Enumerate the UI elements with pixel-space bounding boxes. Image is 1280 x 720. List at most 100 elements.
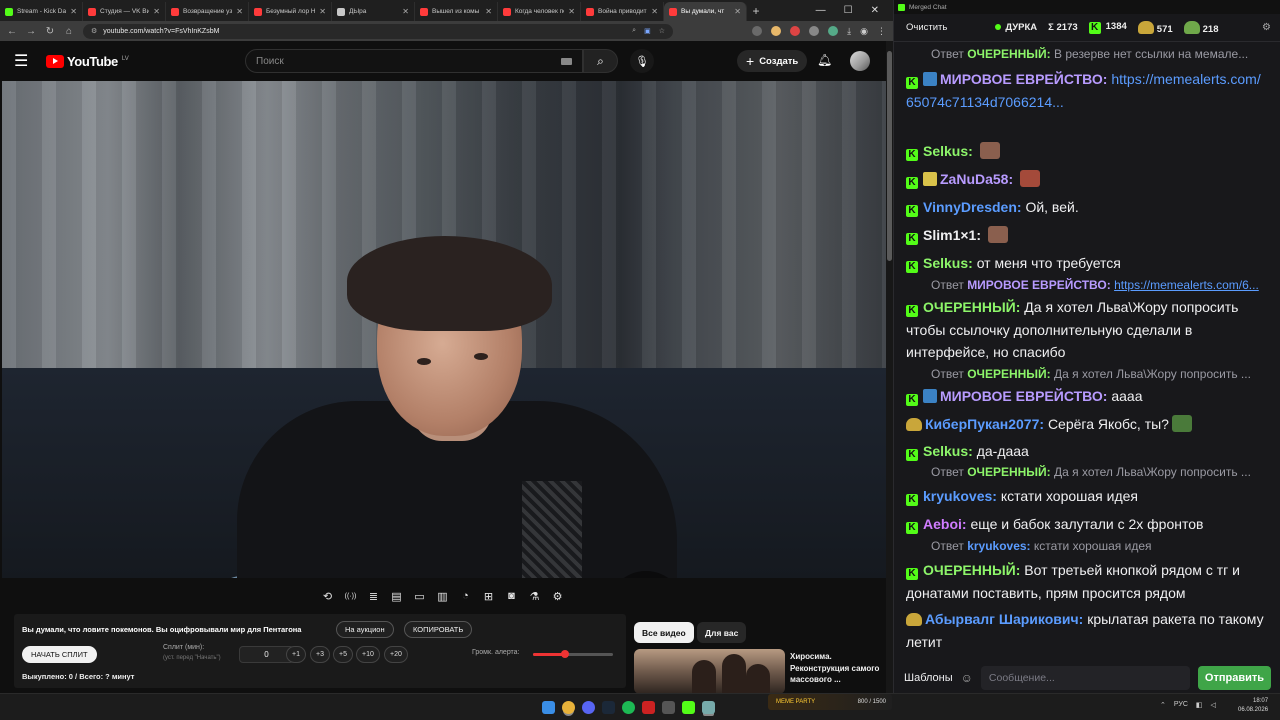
chat-message[interactable]: K МИРОВОЕ ЕВРЕЙСТВО: аааа bbox=[906, 385, 1268, 408]
browser-tab[interactable]: Студия — VK Видео ✕ bbox=[83, 2, 166, 21]
kick-app-icon[interactable] bbox=[682, 701, 695, 714]
recommendation-thumbnail[interactable] bbox=[634, 649, 785, 694]
chat-message[interactable]: K ОЧЕРЕННЫЙ: Вот третьей кнопкой рядом с … bbox=[906, 559, 1268, 604]
chrome-icon[interactable] bbox=[562, 701, 575, 714]
profile-icon[interactable]: ◉ bbox=[860, 26, 868, 37]
increment-button[interactable]: +1 bbox=[286, 646, 306, 663]
chat-nick[interactable]: ОЧЕРЕННЫЙ: bbox=[923, 562, 1020, 578]
clapper-icon[interactable]: ▤ bbox=[389, 589, 404, 604]
url-bar[interactable]: ⚙ youtube.com/watch?v=FsVhInKZsbM ⌕ ▣ ☆ bbox=[83, 23, 673, 39]
extension-icon[interactable] bbox=[752, 25, 763, 36]
chat-nick[interactable]: VinnyDresden: bbox=[923, 199, 1022, 215]
app-icon[interactable] bbox=[642, 701, 655, 714]
hamburger-menu-icon[interactable]: ☰ bbox=[14, 51, 36, 71]
playlist-icon[interactable]: ≣ bbox=[366, 589, 381, 604]
templates-button[interactable]: Шаблоны bbox=[904, 672, 953, 684]
keyboard-icon[interactable] bbox=[561, 57, 572, 65]
chat-message[interactable]: K Selkus: от меня что требуется bbox=[906, 252, 1268, 275]
increment-button[interactable]: +3 bbox=[310, 646, 330, 663]
emoji-icon[interactable]: ☺ bbox=[961, 671, 973, 685]
chat-nick[interactable]: МИРОВОЕ ЕВРЕЙСТВО: bbox=[940, 388, 1107, 404]
chat-message[interactable]: Kkryukoves: кстати хорошая идея bbox=[906, 485, 1268, 508]
browser-tab[interactable]: Война приводит ✕ bbox=[581, 2, 664, 21]
settings-icon[interactable]: ⚙ bbox=[550, 589, 565, 604]
chip-all-videos[interactable]: Все видео bbox=[634, 622, 694, 643]
screenshot-icon[interactable]: ◙ bbox=[504, 589, 519, 604]
increment-button[interactable]: +20 bbox=[384, 646, 408, 663]
flask-icon[interactable]: ⚗ bbox=[527, 589, 542, 604]
pip-icon[interactable]: ▭ bbox=[412, 589, 427, 604]
copy-button[interactable]: КОПИРОВАТЬ bbox=[404, 621, 473, 638]
page-scrollbar[interactable] bbox=[886, 41, 893, 693]
language-indicator[interactable]: РУС bbox=[1174, 701, 1188, 709]
alert-volume-slider[interactable] bbox=[533, 650, 613, 658]
speed-icon[interactable]: ◔ bbox=[458, 589, 473, 604]
tray-arrow-icon[interactable]: ⌃ bbox=[1160, 701, 1166, 709]
minimize-button[interactable]: — bbox=[816, 5, 826, 16]
discord-icon[interactable] bbox=[582, 701, 595, 714]
maximize-button[interactable]: ☐ bbox=[844, 5, 853, 16]
clock[interactable]: 18:07 06.08.2026 bbox=[1238, 697, 1268, 715]
browser-tab[interactable]: Когда человек по ✕ bbox=[498, 2, 581, 21]
chat-nick[interactable]: КиберПукан2077: bbox=[925, 416, 1044, 432]
reply-quote[interactable]: Ответ ОЧЕРЕННЫЙ: Да я хотел Льва\Жору по… bbox=[931, 367, 1261, 381]
home-icon[interactable]: ⌂ bbox=[64, 26, 74, 37]
video-player[interactable] bbox=[2, 81, 886, 578]
extension-icon[interactable] bbox=[809, 25, 820, 36]
search-button[interactable]: ⌕ bbox=[583, 49, 618, 73]
create-button[interactable]: + Создать bbox=[737, 50, 808, 72]
send-button[interactable]: Отправить bbox=[1197, 666, 1271, 690]
reply-quote[interactable]: Ответ ОЧЕРЕННЫЙ: В резерве нет ссылки на… bbox=[931, 47, 1261, 61]
recommendation-title[interactable]: Хиросима. Реконструкция самого массового… bbox=[790, 651, 882, 686]
chat-message-input[interactable]: Сообщение... bbox=[980, 666, 1190, 690]
increment-button[interactable]: +10 bbox=[356, 646, 380, 663]
new-tab-button[interactable]: + bbox=[747, 4, 765, 18]
app-icon[interactable] bbox=[702, 701, 715, 714]
tab-close-icon[interactable]: ✕ bbox=[485, 7, 492, 16]
tab-close-icon[interactable]: ✕ bbox=[236, 7, 243, 16]
chat-message[interactable]: Абырвалг Шарикович: крылатая ракета по т… bbox=[906, 608, 1268, 653]
chat-message[interactable]: K VinnyDresden: Ой, вей. bbox=[906, 196, 1268, 219]
chat-message[interactable]: K Slim1×1: bbox=[906, 224, 1268, 247]
chat-nick[interactable]: МИРОВОЕ ЕВРЕЙСТВО: bbox=[940, 71, 1107, 87]
chat-message[interactable]: K Selkus: да-дааа bbox=[906, 440, 1268, 463]
chat-message[interactable]: K ZaNuDa58: bbox=[906, 168, 1268, 191]
browser-tab[interactable]: Вы думали, чт ✕ bbox=[664, 2, 747, 21]
tab-close-icon[interactable]: ✕ bbox=[402, 7, 409, 16]
chat-nick[interactable]: Selkus: bbox=[923, 255, 973, 271]
browser-tab[interactable]: ДЫра ✕ bbox=[332, 2, 415, 21]
browser-tab[interactable]: Stream - Kick Dash✕ bbox=[0, 2, 83, 21]
volume-icon[interactable]: ◁ bbox=[1211, 701, 1216, 709]
chat-message-list[interactable]: Ответ ОЧЕРЕННЫЙ: В резерве нет ссылки на… bbox=[894, 42, 1280, 660]
reply-quote[interactable]: Ответ ОЧЕРЕННЫЙ: Да я хотел Льва\Жору по… bbox=[931, 465, 1261, 479]
translate-icon[interactable]: ▣ bbox=[644, 27, 651, 35]
add-icon[interactable]: ⊞ bbox=[481, 589, 496, 604]
voice-search-button[interactable]: 🎙︎ bbox=[630, 49, 654, 73]
bookmark-star-icon[interactable]: ☆ bbox=[659, 27, 665, 35]
spotify-icon[interactable] bbox=[622, 701, 635, 714]
windows-start-icon[interactable] bbox=[542, 701, 555, 714]
chat-nick[interactable]: kryukoves: bbox=[923, 488, 997, 504]
chat-nick[interactable]: Абырвалг Шарикович: bbox=[925, 611, 1083, 627]
download-icon[interactable]: ⤓ bbox=[847, 26, 851, 37]
chat-nick[interactable]: Selkus: bbox=[923, 143, 973, 159]
reload-icon[interactable]: ↻ bbox=[45, 26, 55, 37]
browser-tab[interactable]: Возвращение уз ✕ bbox=[166, 2, 249, 21]
tab-close-icon[interactable]: ✕ bbox=[153, 7, 160, 16]
tab-close-icon[interactable]: ✕ bbox=[568, 7, 575, 16]
menu-icon[interactable]: ⋮ bbox=[877, 26, 886, 37]
youtube-logo[interactable]: YouTube LV bbox=[46, 54, 129, 69]
back-icon[interactable]: ← bbox=[7, 26, 17, 37]
chat-message[interactable]: КиберПукан2077: Серёга Якобс, ты? bbox=[906, 413, 1268, 436]
chat-message[interactable]: K Selkus: bbox=[906, 140, 1268, 163]
increment-button[interactable]: +5 bbox=[333, 646, 353, 663]
close-window-button[interactable]: ✕ bbox=[871, 5, 879, 16]
reply-quote[interactable]: Ответ МИРОВОЕ ЕВРЕЙСТВО: https://memeale… bbox=[931, 278, 1261, 292]
search-input[interactable]: Поиск bbox=[245, 49, 583, 73]
browser-tab[interactable]: Безумный лор Ни ✕ bbox=[249, 2, 332, 21]
browser-tab[interactable]: Вышел из комы в ✕ bbox=[415, 2, 498, 21]
volume-knob[interactable] bbox=[561, 650, 569, 658]
site-info-icon[interactable]: ⚙ bbox=[91, 27, 97, 35]
chat-nick[interactable]: Selkus: bbox=[923, 443, 973, 459]
reply-quote[interactable]: Ответ kryukoves: кстати хорошая идея bbox=[931, 539, 1261, 553]
